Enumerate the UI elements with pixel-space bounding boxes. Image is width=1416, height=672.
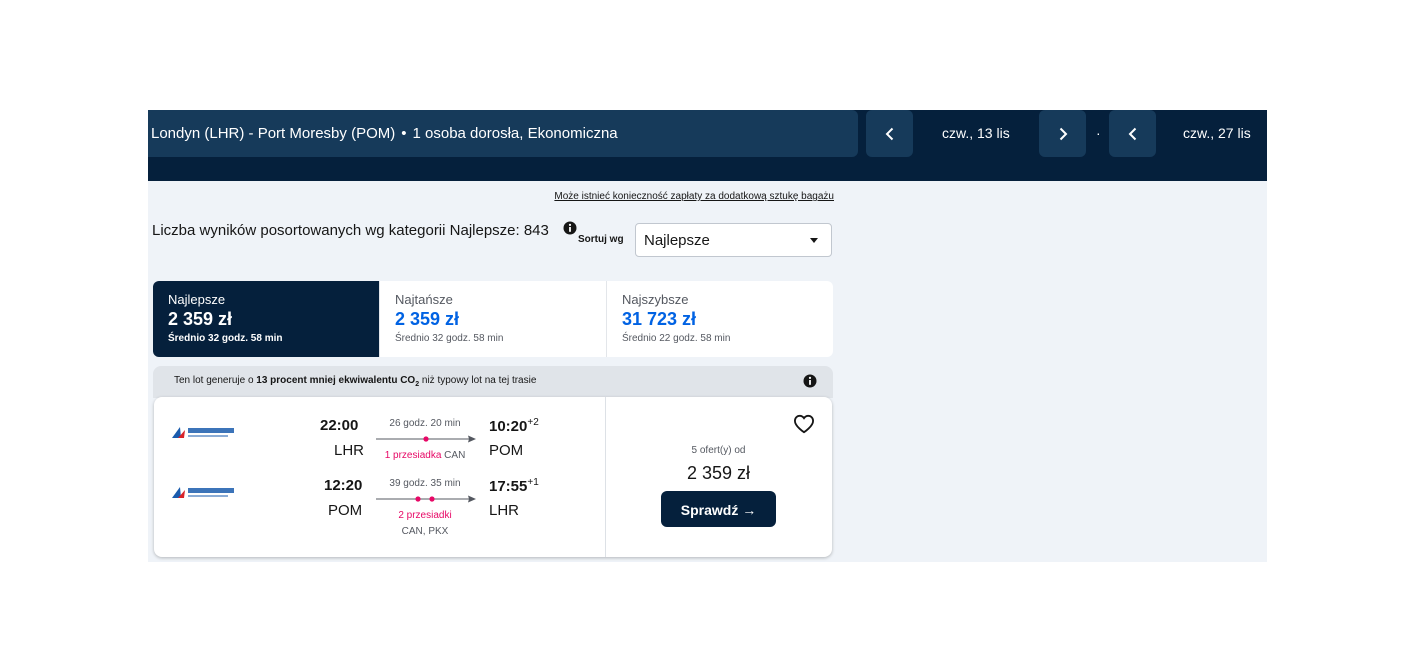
itinerary-legs: 22:00 LHR 26 godz. 20 min 1 przesiadka C…: [154, 397, 606, 557]
info-icon[interactable]: [803, 374, 817, 388]
leg-arrival-airport: POM: [489, 442, 524, 459]
sort-tabs: Najlepsze 2 359 zł Średnio 32 godz. 58 m…: [153, 281, 833, 357]
leg-departure-airport: LHR: [334, 442, 365, 459]
co2-banner: Ten lot generuje o 13 procent mniej ekwi…: [153, 366, 833, 398]
route-line: [376, 435, 476, 443]
return-date[interactable]: czw., 27 lis: [1183, 110, 1251, 157]
tab-price: 2 359 zł: [395, 309, 460, 329]
depart-next-day-button[interactable]: [1039, 110, 1086, 157]
caret-down-icon: [810, 238, 818, 243]
select-flight-button[interactable]: Sprawdź →: [661, 491, 776, 527]
tab-label: Najlepsze: [168, 292, 226, 307]
search-summary-box[interactable]: Londyn (LHR) - Port Moresby (POM) • 1 osob…: [148, 110, 858, 157]
results-count: Liczba wyników posortowanych wg kategori…: [152, 222, 549, 239]
airline-logo: [172, 427, 234, 438]
sort-label: Sortuj wg: [578, 234, 624, 245]
tab-label: Najtańsze: [395, 292, 453, 307]
plane-icon: [468, 495, 476, 503]
leg-departure-airport: POM: [328, 502, 363, 519]
tab-average-duration: Średnio 22 godz. 58 min: [622, 333, 731, 344]
summary-separator: •: [401, 125, 407, 142]
leg-departure-time: 12:20: [324, 477, 363, 494]
depart-date[interactable]: czw., 13 lis: [942, 110, 1010, 157]
co2-text: Ten lot generuje o 13 procent mniej ekwi…: [174, 375, 536, 388]
arrival-day-offset: +1: [527, 477, 539, 488]
route-line: [376, 495, 476, 503]
info-icon[interactable]: [563, 221, 577, 235]
chevron-left-icon: [1128, 127, 1136, 140]
leg-stops: 2 przesiadki: [398, 510, 452, 521]
baggage-note-link[interactable]: Może istnieć konieczność zapłaty za doda…: [554, 191, 834, 202]
heart-icon[interactable]: [793, 414, 815, 434]
airline-logo: [172, 487, 234, 498]
leg-duration: 26 godz. 20 min: [389, 418, 461, 429]
leg-stops: 1 przesiadka CAN: [384, 450, 466, 461]
tab-price: 31 723 zł: [622, 309, 697, 329]
chevron-left-icon: [885, 127, 893, 140]
date-separator: ·: [1096, 125, 1101, 141]
tab-fastest[interactable]: Najszybsze 31 723 zł Średnio 22 godz. 58…: [607, 281, 833, 357]
leg-duration: 39 godz. 35 min: [389, 478, 461, 489]
leg-departure-time: 22:00: [320, 417, 359, 434]
tab-price: 2 359 zł: [168, 309, 233, 329]
route-text: Londyn (LHR) - Port Moresby (POM): [151, 125, 396, 142]
flight-result-card[interactable]: 22:00 LHR 26 godz. 20 min 1 przesiadka C…: [154, 397, 832, 557]
tab-cheapest[interactable]: Najtańsze 2 359 zł Średnio 32 godz. 58 m…: [380, 281, 607, 357]
co2-suffix: niż typowy lot na tej trasie: [419, 375, 537, 386]
tab-average-duration: Średnio 32 godz. 58 min: [395, 333, 504, 344]
co2-highlight: 13 procent mniej ekwiwalentu CO2: [256, 375, 420, 388]
chevron-right-icon: [1059, 127, 1067, 140]
tab-average-duration: Średnio 32 godz. 58 min: [168, 333, 283, 344]
plane-icon: [468, 435, 476, 443]
return-prev-day-button[interactable]: [1109, 110, 1156, 157]
passengers-text: 1 osoba dorosła, Ekonomiczna: [412, 125, 618, 142]
leg-stop-airports: CAN, PKX: [401, 526, 449, 537]
depart-prev-day-button[interactable]: [866, 110, 913, 157]
leg-arrival-time: 17:55+1: [489, 477, 539, 495]
offers-count: 5 ofert(y) od: [691, 445, 746, 456]
arrival-day-offset: +2: [527, 417, 539, 428]
co2-prefix: Ten lot generuje o: [174, 375, 257, 386]
flight-results-page: Londyn (LHR) - Port Moresby (POM) • 1 osob…: [148, 110, 1267, 562]
sort-select[interactable]: Najlepsze: [635, 223, 832, 257]
search-summary-bar: Londyn (LHR) - Port Moresby (POM) • 1 osob…: [148, 110, 1267, 181]
sort-value: Najlepsze: [644, 232, 710, 249]
tab-best[interactable]: Najlepsze 2 359 zł Średnio 32 godz. 58 m…: [153, 281, 380, 357]
leg-arrival-time: 10:20+2: [489, 417, 539, 435]
tab-label: Najszybsze: [622, 292, 689, 307]
leg-arrival-airport: LHR: [489, 502, 520, 519]
leg-stop-airports: CAN: [444, 450, 466, 461]
flight-price: 2 359 zł: [686, 463, 751, 483]
